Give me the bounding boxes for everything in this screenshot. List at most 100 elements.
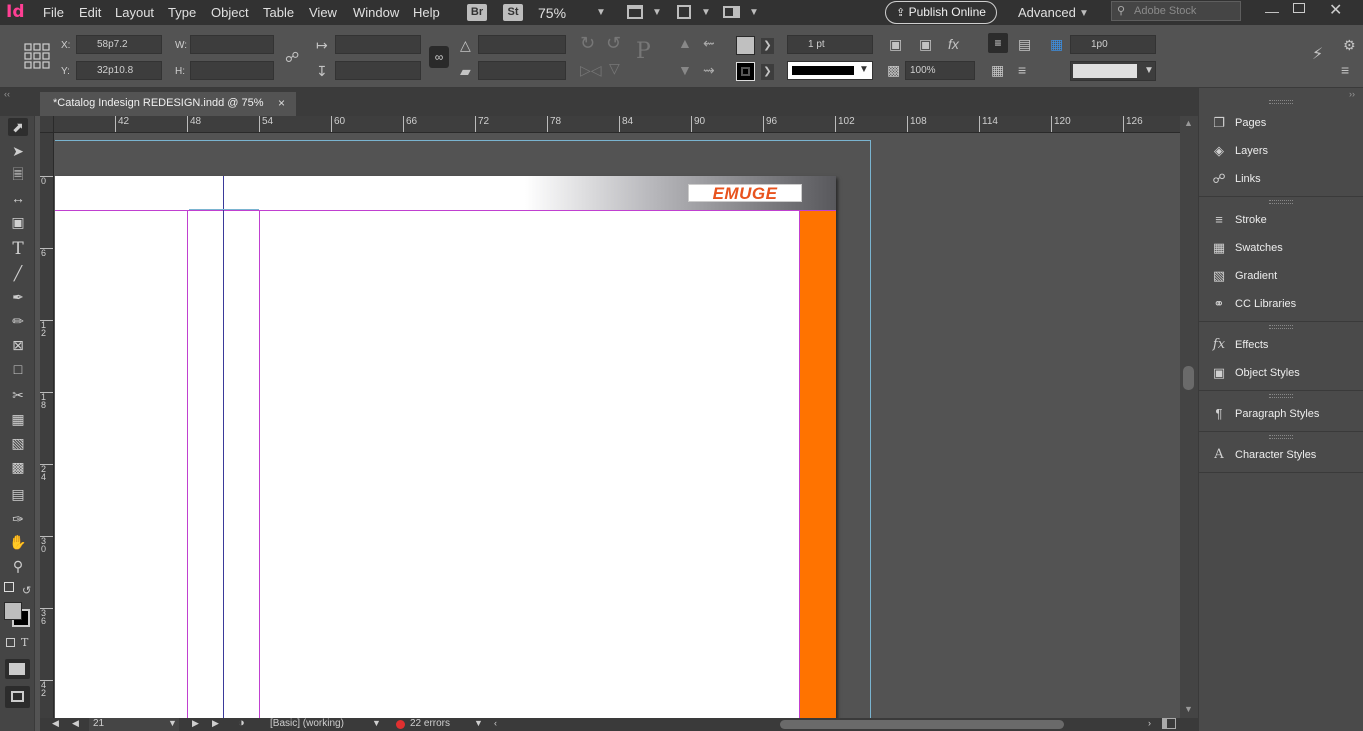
rotate-ccw-icon[interactable]: ↺ — [606, 34, 621, 52]
vertical-scrollbar[interactable]: ▲ ▼ — [1180, 116, 1198, 718]
shear-field[interactable] — [478, 61, 566, 80]
rectangle-tool-icon[interactable]: □ — [8, 360, 28, 378]
menu-help[interactable]: Help — [413, 5, 440, 20]
restore-icon[interactable] — [1293, 3, 1305, 13]
panel-links[interactable]: ☍ Links — [1209, 170, 1260, 188]
scale-y-field[interactable] — [335, 61, 421, 80]
menu-type[interactable]: Type — [168, 5, 196, 20]
hand-tool-icon[interactable]: ✋ — [8, 533, 28, 551]
panel-pages[interactable]: ❐ Pages — [1209, 114, 1266, 132]
next-page-icon[interactable]: ▶ — [192, 718, 199, 729]
default-colors-icon[interactable] — [4, 582, 14, 592]
first-page-icon[interactable]: ◀ — [52, 718, 59, 729]
fill-chevron-icon[interactable]: ❯ — [761, 38, 774, 54]
panel-grip[interactable] — [1269, 435, 1293, 439]
text-wrap-jump-icon[interactable]: ≡ — [1018, 63, 1026, 77]
constrain-proportions-icon[interactable]: ☍ — [285, 50, 299, 64]
select-next-icon[interactable]: ⇝ — [703, 63, 715, 77]
eyedropper-tool-icon[interactable]: ✑ — [8, 510, 28, 528]
menu-table[interactable]: Table — [263, 5, 294, 20]
stroke-swatch[interactable] — [736, 62, 755, 81]
panel-settings-icon[interactable]: ⚙ — [1343, 38, 1356, 52]
type-tool-icon[interactable]: T — [8, 240, 28, 258]
rectangle-frame-tool-icon[interactable]: ⊠ — [8, 336, 28, 354]
width-field[interactable] — [190, 35, 274, 54]
formatting-container-icon[interactable] — [6, 638, 15, 647]
document-canvas[interactable]: EMUGE — [55, 133, 1180, 718]
ruler-origin[interactable] — [40, 116, 54, 132]
rotation-field[interactable] — [478, 35, 566, 54]
gap-tool-icon[interactable]: ↔ — [8, 189, 28, 207]
close-window-icon[interactable]: ✕ — [1329, 0, 1342, 20]
panel-swatches[interactable]: ▦ Swatches — [1209, 239, 1283, 257]
panel-layers[interactable]: ◈ Layers — [1209, 142, 1268, 160]
errors-chevron-icon[interactable]: ▼ — [474, 718, 483, 728]
panel-grip[interactable] — [1269, 394, 1293, 398]
panel-grip[interactable] — [1269, 325, 1293, 329]
page[interactable] — [55, 176, 836, 718]
screen-mode-chevron-icon[interactable]: ▼ — [701, 7, 711, 18]
adobe-stock-search-input[interactable]: ⚲ Adobe Stock — [1111, 1, 1241, 21]
frame-fitting-dropdown[interactable]: ▼ — [1070, 61, 1156, 81]
page-number-chevron-icon[interactable]: ▼ — [168, 718, 177, 728]
scroll-right-icon[interactable]: › — [1148, 718, 1151, 728]
height-field[interactable] — [190, 61, 274, 80]
swap-colors-icon[interactable]: ↺ — [22, 584, 31, 597]
arrange-documents-icon[interactable] — [723, 6, 740, 18]
text-wrap-bounding-icon[interactable]: ▤ — [1018, 37, 1031, 51]
arrange-chevron-icon[interactable]: ▼ — [749, 7, 759, 18]
scroll-down-icon[interactable]: ▼ — [1184, 704, 1193, 714]
minimize-icon[interactable]: — — [1265, 3, 1279, 19]
normal-view-button[interactable] — [5, 659, 30, 679]
content-collector-icon[interactable]: ▣ — [8, 213, 28, 231]
menu-file[interactable]: File — [43, 5, 64, 20]
publish-online-button[interactable]: ⇪ Publish Online — [885, 1, 997, 24]
scale-x-field[interactable] — [335, 35, 421, 54]
selected-frame-edge[interactable] — [223, 176, 224, 718]
pencil-tool-icon[interactable]: ✏ — [8, 312, 28, 330]
preflight-profile[interactable]: [Basic] (working) — [270, 718, 344, 729]
panel-character-styles[interactable]: A Character Styles — [1209, 446, 1316, 464]
opacity-field[interactable]: 100% — [905, 61, 975, 80]
select-container-icon[interactable]: ▲ — [678, 36, 692, 50]
reference-point-icon[interactable] — [24, 43, 50, 69]
orange-side-bar[interactable] — [800, 211, 836, 718]
panel-object-styles[interactable]: ▣ Object Styles — [1209, 364, 1300, 382]
horizontal-scroll-thumb[interactable] — [780, 720, 1064, 729]
profile-chevron-icon[interactable]: ▼ — [372, 718, 381, 728]
panel-paragraph-styles[interactable]: ¶ Paragraph Styles — [1209, 405, 1320, 423]
vertical-scroll-thumb[interactable] — [1183, 366, 1194, 390]
x-position-field[interactable]: 58p7.2 — [76, 35, 162, 54]
page-number-field[interactable]: 21 — [89, 718, 179, 731]
zoom-chevron-icon[interactable]: ▼ — [596, 7, 606, 18]
free-transform-tool-icon[interactable]: ▦ — [8, 410, 28, 428]
drop-shadow-icon[interactable]: ▣ — [919, 37, 932, 51]
panel-menu-icon[interactable]: ≡ — [1341, 63, 1349, 77]
text-wrap-none-icon[interactable]: ≡ — [988, 33, 1008, 53]
view-options-icon[interactable] — [627, 5, 643, 19]
menu-layout[interactable]: Layout — [115, 5, 154, 20]
panel-gradient[interactable]: ▧ Gradient — [1209, 267, 1277, 285]
gradient-feather-tool-icon[interactable]: ▩ — [8, 458, 28, 476]
formatting-text-icon[interactable]: T — [21, 636, 28, 649]
fx-icon[interactable]: fx — [948, 37, 959, 51]
panel-grip[interactable] — [1269, 100, 1293, 104]
panel-effects[interactable]: fx Effects — [1209, 336, 1269, 354]
line-tool-icon[interactable]: ╱ — [8, 264, 28, 282]
panel-stroke[interactable]: ≡ Stroke — [1209, 211, 1267, 229]
panel-grip[interactable] — [1269, 200, 1293, 204]
horizontal-ruler[interactable]: 42 48 54 60 66 72 78 84 90 96 102 108 11… — [40, 116, 1180, 133]
stroke-chevron-icon[interactable]: ❯ — [761, 64, 774, 80]
panel-cc-libraries[interactable]: ⚭ CC Libraries — [1209, 295, 1297, 313]
emuge-logo[interactable]: EMUGE — [688, 184, 802, 202]
document-tab[interactable]: *Catalog Indesign REDESIGN.indd @ 75% × — [40, 92, 296, 116]
workspace-switcher[interactable]: Advanced — [1018, 5, 1076, 20]
bridge-button[interactable]: Br — [467, 4, 487, 21]
y-position-field[interactable]: 32p10.8 — [76, 61, 162, 80]
open-page-icon[interactable]: ◑ — [238, 717, 245, 729]
selection-tool-icon[interactable]: ⬈ — [8, 118, 28, 136]
stroke-type-dropdown[interactable]: ▼ — [787, 61, 873, 80]
rotate-cw-icon[interactable]: ↻ — [580, 34, 595, 52]
page-tool-icon[interactable]: 🗏 — [8, 165, 28, 183]
text-wrap-shape-icon[interactable]: ▦ — [991, 63, 1004, 77]
